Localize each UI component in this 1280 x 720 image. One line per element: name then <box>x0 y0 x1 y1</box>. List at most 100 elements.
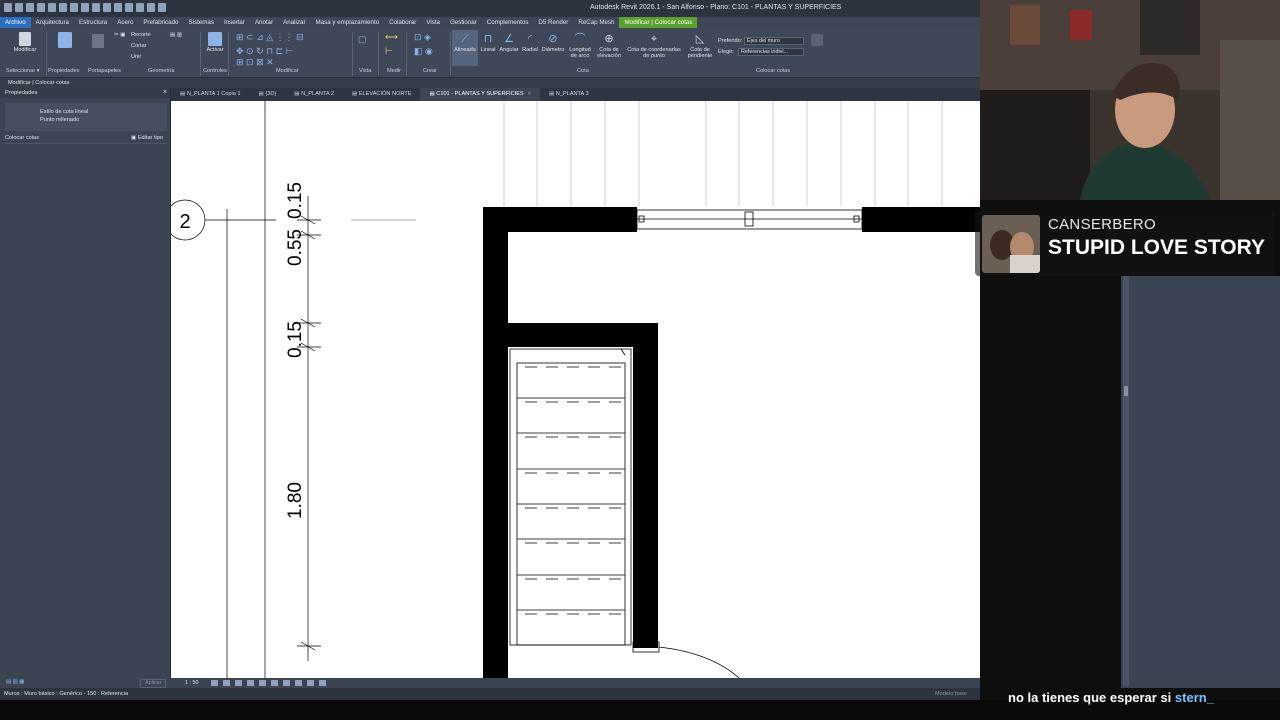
view-tools[interactable]: ▢ <box>358 34 367 45</box>
panel-label-medir: Medir <box>387 68 401 74</box>
walls[interactable] <box>483 207 980 678</box>
crop-view-icon[interactable] <box>259 680 266 686</box>
modify-button[interactable]: Modificar <box>10 32 40 53</box>
redo-icon[interactable] <box>59 3 67 12</box>
dimension-icon[interactable] <box>92 3 100 12</box>
show-crop-icon[interactable] <box>271 680 278 686</box>
tab-doc-planta1-copia[interactable]: ▤ N_PLANTA 1 Copia 1 <box>171 88 250 101</box>
sun-path-icon[interactable] <box>235 680 242 686</box>
tab-gestionar[interactable]: Gestionar <box>445 17 482 28</box>
reveal-hidden-icon[interactable] <box>307 680 314 686</box>
save-icon[interactable] <box>26 3 34 12</box>
section-icon[interactable] <box>125 3 133 12</box>
options-button[interactable] <box>808 34 826 47</box>
shadows-icon[interactable] <box>247 680 254 686</box>
tab-doc-planta2[interactable]: ▤ N_PLANTA 2 <box>285 88 343 101</box>
edit-type-button[interactable]: ▣ Editar tipo <box>131 135 163 141</box>
thin-lines-icon[interactable] <box>136 3 144 12</box>
3d-view-icon[interactable] <box>114 3 122 12</box>
modify-tools-icons[interactable]: ⊞ ⊂ ⊿ ◬ ⋮⋮ ⊟ <box>236 32 304 43</box>
diameter-dimension-button[interactable]: ⊘ Diámetro <box>540 32 566 53</box>
tab-colaborar[interactable]: Colaborar <box>384 17 421 28</box>
vertical-scrollbar[interactable] <box>1123 276 1129 686</box>
detail-level-icon[interactable] <box>211 680 218 686</box>
tab-estructura[interactable]: Estructura <box>74 17 112 28</box>
open-icon[interactable] <box>15 3 23 12</box>
spot-coordinate-button[interactable]: ⌖ Cota de coordenadas de punto <box>624 32 684 59</box>
panel-label-controles: Controles <box>203 68 227 74</box>
geometry-tools[interactable]: ▤ ▥ <box>170 32 182 38</box>
sync-icon[interactable] <box>37 3 45 12</box>
analytical-model-icon[interactable] <box>319 680 326 686</box>
properties-button[interactable] <box>54 32 76 49</box>
project-browser-icons[interactable]: ▤ ▥ ▦ <box>6 679 24 685</box>
webcam-image <box>980 0 1280 200</box>
view-scale[interactable]: 1 : 50 <box>185 678 199 688</box>
activate-button[interactable]: Activar <box>204 32 226 53</box>
spot-elevation-button[interactable]: ⊕ Cota de elevación <box>594 32 624 59</box>
document-tabs: ▤ N_PLANTA 1 Copia 1 ▤ {3D} ▤ N_PLANTA 2… <box>171 88 980 101</box>
text-icon[interactable] <box>103 3 111 12</box>
apply-button[interactable]: Aplicar <box>140 679 167 688</box>
tab-doc-planta3[interactable]: ▤ N_PLANTA 3 <box>540 88 598 101</box>
tab-insertar[interactable]: Insertar <box>219 17 250 28</box>
aligned-dimension-button[interactable]: ⟋ Alineada <box>452 30 478 66</box>
spot-slope-button[interactable]: ◺ Cota de pendiente <box>684 32 716 59</box>
instance-filter-row[interactable]: Colocar cotas ▣ Editar tipo <box>5 135 167 144</box>
cortar-button[interactable]: Cortar <box>131 43 147 49</box>
scroll-thumb[interactable] <box>1124 386 1128 396</box>
modify-tools-icons-3[interactable]: ⊞ ⊡ ⊠ ✕ <box>236 57 274 68</box>
undo-icon[interactable] <box>48 3 56 12</box>
tab-doc-elevacion-norte[interactable]: ▤ ELEVACIÓN NORTE <box>343 88 420 101</box>
arc-length-button[interactable]: ⌒ Longitud de arco <box>566 32 594 59</box>
tab-d5-render[interactable]: D5 Render <box>533 17 573 28</box>
unir-button[interactable]: Unir <box>131 54 141 60</box>
view-control-icons <box>211 680 326 686</box>
measure-tools[interactable]: ⟷ <box>385 32 398 43</box>
close-icon[interactable]: × <box>163 88 167 98</box>
create-tools-2[interactable]: ◧ ◉ <box>414 46 433 57</box>
stair[interactable] <box>509 348 632 646</box>
preferred-dropdown[interactable]: Ejes del muro <box>744 37 804 45</box>
tab-sistemas[interactable]: Sistemas <box>183 17 218 28</box>
drawing-canvas[interactable]: 2 0.15 0.55 0.15 1.80 <box>171 101 980 678</box>
revit-logo-icon[interactable] <box>4 3 12 12</box>
paste-button[interactable] <box>90 34 106 49</box>
switch-windows-icon[interactable] <box>158 3 166 12</box>
close-tab-icon[interactable]: × <box>528 91 531 97</box>
radial-dimension-icon: ◜ <box>527 33 533 45</box>
radial-dimension-button[interactable]: ◜ Radial <box>520 32 540 53</box>
pick-dropdown[interactable]: Referencias indivi... <box>738 48 804 56</box>
tab-arquitectura[interactable]: Arquitectura <box>31 17 74 28</box>
measure-icon[interactable] <box>81 3 89 12</box>
recorte-button[interactable]: Recorte <box>131 32 151 38</box>
tab-vista[interactable]: Vista <box>421 17 445 28</box>
panel-label-seleccionar[interactable]: Seleccionar ▾ <box>6 68 40 74</box>
tab-modificar-colocar-cotas[interactable]: Modificar | Colocar cotas <box>619 17 698 28</box>
close-hidden-icon[interactable] <box>147 3 155 12</box>
tab-acero[interactable]: Acero <box>112 17 138 28</box>
tab-recap-mesh[interactable]: ReCap Mesh <box>573 17 619 28</box>
lock-view-icon[interactable] <box>283 680 290 686</box>
tab-archivo[interactable]: Archivo <box>0 17 31 28</box>
type-selector[interactable]: Estilo de cota lineal Punto rellenado <box>5 103 167 131</box>
cut-tools[interactable]: ✂ ▣ <box>114 32 126 38</box>
tab-anotar[interactable]: Anotar <box>250 17 278 28</box>
tab-analizar[interactable]: Analizar <box>278 17 310 28</box>
tab-doc-c101[interactable]: ▤ C101 - PLANTAS Y SUPERFICIES × <box>420 88 540 101</box>
context-bar: Modificar | Colocar cotas <box>0 78 980 88</box>
angular-dimension-button[interactable]: ∠ Angular <box>498 32 520 53</box>
tab-prefabricado[interactable]: Prefabricado <box>138 17 183 28</box>
create-tools[interactable]: ⊡ ◈ <box>414 32 431 43</box>
tab-doc-3d[interactable]: ▤ {3D} <box>250 88 286 101</box>
print-icon[interactable] <box>70 3 78 12</box>
floor-plan-drawing[interactable]: 2 0.15 0.55 0.15 1.80 <box>171 101 980 678</box>
window[interactable] <box>636 209 863 230</box>
temp-hide-icon[interactable] <box>295 680 302 686</box>
measure-tools-2[interactable]: ⊢ <box>385 46 393 57</box>
tab-complementos[interactable]: Complementos <box>482 17 534 28</box>
visual-style-icon[interactable] <box>223 680 230 686</box>
tab-masa[interactable]: Masa y emplazamiento <box>311 17 385 28</box>
modify-tools-icons-2[interactable]: ✥ ⊙ ↻ ⊓ ⊏ ⊢ <box>236 46 294 57</box>
linear-dimension-button[interactable]: ⊓ Lineal <box>478 32 498 53</box>
